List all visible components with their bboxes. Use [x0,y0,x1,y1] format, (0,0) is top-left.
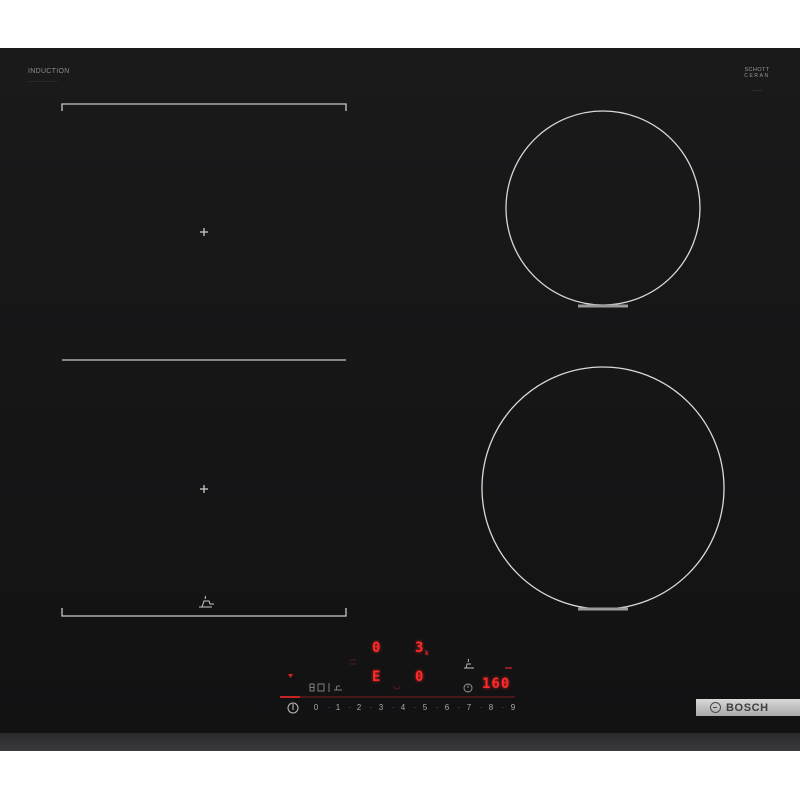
pan-icon[interactable] [464,658,474,669]
slider-level-4[interactable]: 4 [397,704,409,712]
bosch-badge: BOSCH [696,699,800,716]
flex-zone-bottom-bracket [61,608,347,617]
back-right-zone-level[interactable]: 3 [415,641,423,655]
timer-icon[interactable] [463,683,473,693]
slider-level-2[interactable]: 2 [353,704,365,712]
bosch-armature-icon [710,702,721,713]
slider-level-0[interactable]: 0 [310,704,322,712]
bosch-wordmark: BOSCH [726,701,769,714]
timer-display[interactable]: 160 [482,677,510,691]
flex-zone-top-bracket [61,103,347,111]
slider-dot: · [369,703,373,712]
power-icon[interactable] [287,702,299,714]
front-right-zone[interactable] [481,366,725,611]
zone-select-indicator [288,674,293,678]
flex-zone-mode-indicator [350,659,356,665]
back-left-zone-level[interactable]: 0 [372,641,380,655]
flex-zone-front-center-mark [200,485,208,493]
slider-dot: · [501,703,505,712]
slider-level-5[interactable]: 5 [419,704,431,712]
slider-dot: · [391,703,395,712]
flex-zone-icon[interactable] [309,683,342,692]
flex-zone-pan-icon [199,595,214,608]
slider-dot: · [435,703,439,712]
slider-dot: · [413,703,417,712]
slider-level-3[interactable]: 3 [375,704,387,712]
slider-level-1[interactable]: 1 [332,704,344,712]
front-left-zone-ring-indicator [393,685,401,690]
flex-zone[interactable] [61,103,347,617]
front-right-zone-level[interactable]: 0 [415,670,423,684]
slider-level-9[interactable]: 9 [507,704,519,712]
back-right-zone-suffix: k [425,650,429,657]
back-right-zone[interactable] [505,110,701,308]
cooking-zones [61,103,725,714]
flex-zone-back-center-mark [200,228,208,236]
front-left-zone-code[interactable]: E [372,670,380,684]
slider-level-7[interactable]: 7 [463,704,475,712]
slider-level-6[interactable]: 6 [441,704,453,712]
slider-dot: · [457,703,461,712]
slider-level-8[interactable]: 8 [485,704,497,712]
slider-dot: · [479,703,483,712]
